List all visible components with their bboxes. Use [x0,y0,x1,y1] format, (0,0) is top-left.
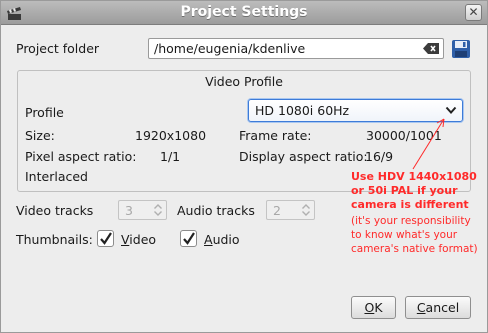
annotation-line-1: Use HDV 1440x1080 [351,170,477,183]
annotation-line-4: (it's your responsibility [351,215,471,227]
checkmark-icon [183,232,195,245]
project-folder-label: Project folder [16,41,100,56]
annotation-line-3: camera is different [351,198,469,211]
project-folder-input[interactable]: /home/eugenia/kdenlive [148,38,444,59]
audio-thumbnail-label[interactable]: Audio [204,232,240,247]
save-floppy-icon[interactable] [451,39,471,59]
clear-text-icon[interactable] [423,43,439,54]
project-folder-value: /home/eugenia/kdenlive [154,41,306,56]
annotation-line-5: to know what's your [351,229,458,241]
checkmark-icon [100,232,112,245]
display-aspect-value: 16/9 [365,149,394,164]
audio-tracks-value: 2 [273,203,281,218]
close-icon: ✕ [468,5,479,19]
scan-type-label: Interlaced [25,169,88,184]
pixel-aspect-value: 1/1 [160,149,181,164]
audio-tracks-spinbox[interactable]: 2 [266,200,315,220]
spin-arrows-icon [154,204,162,216]
close-button[interactable]: ✕ [465,4,482,21]
size-label: Size: [25,128,55,143]
display-aspect-label: Display aspect ratio: [239,149,368,164]
video-profile-title: Video Profile [205,74,283,89]
video-tracks-label: Video tracks [16,203,94,218]
thumbnails-label: Thumbnails: [16,232,93,247]
profile-dropdown[interactable]: HD 1080i 60Hz [248,99,463,122]
audio-tracks-label: Audio tracks [177,203,255,218]
window-title: Project Settings [180,4,308,20]
video-tracks-value: 3 [125,203,133,218]
pixel-aspect-label: Pixel aspect ratio: [25,149,137,164]
ok-button[interactable]: OK [351,296,396,319]
spin-arrows-icon [302,204,310,216]
audio-thumbnail-checkbox[interactable] [180,230,197,247]
video-tracks-spinbox[interactable]: 3 [118,200,167,220]
frame-rate-value: 30000/1001 [366,128,442,143]
frame-rate-label: Frame rate: [239,128,312,143]
profile-label: Profile [25,105,64,120]
annotation-line-2: or 50i PAL if your [351,184,458,197]
profile-dropdown-value: HD 1080i 60Hz [255,103,350,118]
project-settings-dialog: Project Settings ✕ Project folder /home/… [0,0,488,333]
title-bar[interactable]: Project Settings ✕ [1,1,487,25]
chevron-down-icon [445,106,457,114]
video-thumbnail-label[interactable]: Video [121,232,156,247]
cancel-button[interactable]: Cancel [405,296,471,319]
annotation-line-6: camera's native format) [351,243,478,255]
video-thumbnail-checkbox[interactable] [97,230,114,247]
size-value: 1920x1080 [135,128,207,143]
